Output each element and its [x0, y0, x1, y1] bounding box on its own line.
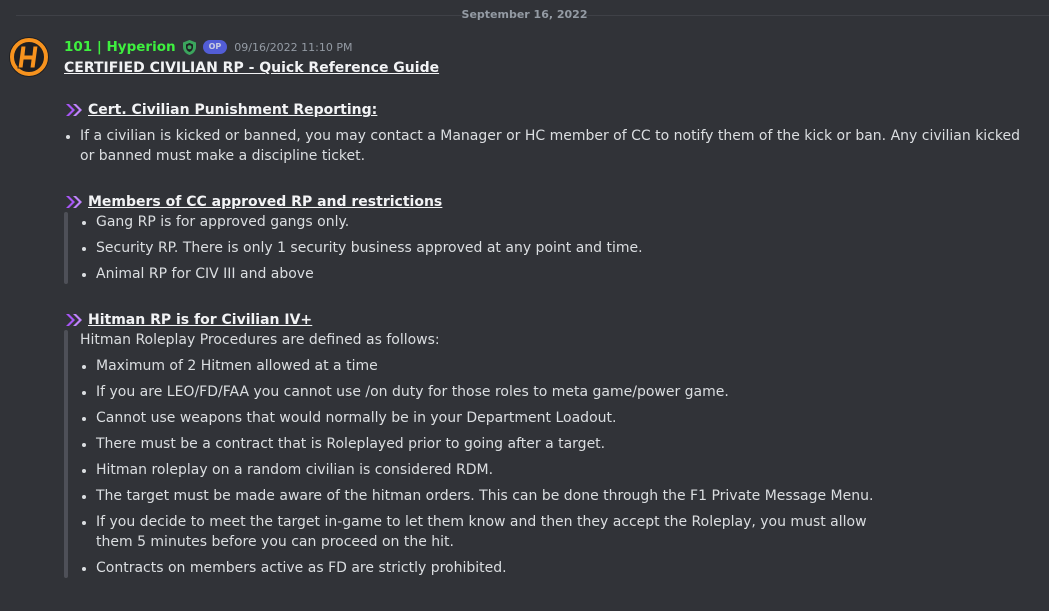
- list-item: If you decide to meet the target in-game…: [80, 512, 880, 552]
- section-heading-punishment: Cert. Civilian Punishment Reporting:: [64, 100, 1034, 120]
- hitman-intro: Hitman Roleplay Procedures are defined a…: [80, 332, 440, 348]
- section-heading-hitman: Hitman RP is for Civilian IV+: [64, 310, 1034, 330]
- hitman-list: Maximum of 2 Hitmen allowed at a time If…: [80, 356, 880, 578]
- list-item: Security RP. There is only 1 security bu…: [80, 238, 1034, 258]
- section-heading-text: Hitman RP is for Civilian IV+: [88, 312, 313, 328]
- list-item: Animal RP for CIV III and above: [80, 264, 1034, 284]
- double-chevron-icon: [66, 104, 82, 116]
- list-item: Cannot use weapons that would normally b…: [80, 408, 880, 428]
- message-title: CERTIFIED CIVILIAN RP - Quick Reference …: [64, 60, 440, 76]
- list-item: There must be a contract that is Rolepla…: [80, 434, 880, 454]
- list-item: Contracts on members active as FD are st…: [80, 558, 880, 578]
- block-quote-approved-rp: Gang RP is for approved gangs only. Secu…: [64, 212, 1034, 284]
- double-chevron-icon: [66, 314, 82, 326]
- list-item: The target must be made aware of the hit…: [80, 486, 880, 506]
- username[interactable]: 101 | Hyperion: [64, 38, 176, 56]
- approved-rp-list: Gang RP is for approved gangs only. Secu…: [80, 212, 1034, 284]
- message-content: CERTIFIED CIVILIAN RP - Quick Reference …: [64, 58, 1034, 578]
- hyperion-logo-icon: [9, 37, 49, 77]
- list-item: If you are LEO/FD/FAA you cannot use /on…: [80, 382, 880, 402]
- date-divider-line-right: [586, 15, 1049, 16]
- shield-icon[interactable]: [181, 39, 198, 56]
- date-divider: September 16, 2022: [0, 0, 1049, 30]
- message-timestamp[interactable]: 09/16/2022 11:10 PM: [234, 41, 352, 54]
- op-tag: OP: [202, 40, 228, 54]
- section-heading-text: Members of CC approved RP and restrictio…: [88, 194, 443, 210]
- block-quote-hitman: Hitman Roleplay Procedures are defined a…: [64, 330, 1034, 578]
- list-item: Maximum of 2 Hitmen allowed at a time: [80, 356, 880, 376]
- section-heading-text: Cert. Civilian Punishment Reporting:: [88, 102, 378, 118]
- message-header: 101 | Hyperion OP 09/16/2022 11:10 PM: [64, 37, 353, 57]
- list-item: Gang RP is for approved gangs only.: [80, 212, 1034, 232]
- double-chevron-icon: [66, 196, 82, 208]
- punishment-list: If a civilian is kicked or banned, you m…: [64, 126, 1034, 166]
- list-item: If a civilian is kicked or banned, you m…: [64, 126, 1034, 166]
- section-heading-approved-rp: Members of CC approved RP and restrictio…: [64, 192, 1034, 212]
- list-item: Hitman roleplay on a random civilian is …: [80, 460, 880, 480]
- avatar[interactable]: [9, 37, 49, 77]
